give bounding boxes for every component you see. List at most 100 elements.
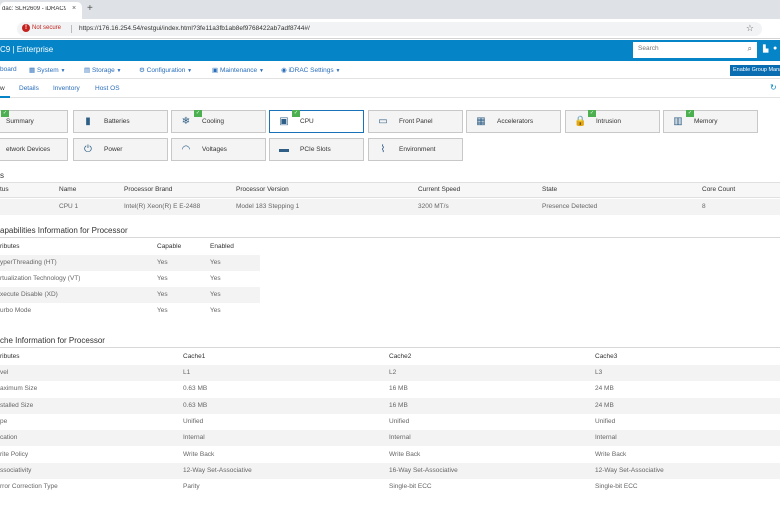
table-cell: Yes xyxy=(210,259,221,266)
battery-icon: ▮ xyxy=(85,116,91,127)
security-label[interactable]: Not secure xyxy=(32,25,61,31)
table-cell: vel xyxy=(0,369,9,376)
column-header: Cache2 xyxy=(389,353,412,360)
chevron-down-icon: ▼ xyxy=(259,68,264,74)
tile-voltages[interactable]: ◠✓Voltages xyxy=(171,138,266,161)
bookmark-star-icon[interactable]: ☆ xyxy=(746,23,754,34)
tab-host-os[interactable]: Host OS xyxy=(95,85,120,92)
table-row xyxy=(0,199,780,215)
chevron-down-icon: ▼ xyxy=(335,68,341,74)
warning-icon: ! xyxy=(22,24,30,32)
column-header: Enabled xyxy=(210,243,234,250)
table-cell: Presence Detected xyxy=(542,203,598,210)
table-cell: rror Correction Type xyxy=(0,483,58,491)
column-header: Capable xyxy=(157,243,182,250)
menu-configuration[interactable]: ⚙ Configuration ▼ xyxy=(139,66,192,74)
address-divider xyxy=(71,25,72,33)
table-cell: 12-Way Set-Associative xyxy=(595,466,664,474)
table-cell: Yes xyxy=(210,291,221,298)
table-cell: Yes xyxy=(210,275,221,282)
table-cell: L3 xyxy=(595,369,603,376)
subtabs: w Details Inventory Host OS ↻ xyxy=(0,79,780,98)
tile-etwork-devices[interactable]: ⇆✓etwork Devices xyxy=(0,138,68,161)
tile-intrusion[interactable]: 🔒 ✓ Intrusion xyxy=(565,110,660,133)
column-header: Cache1 xyxy=(183,353,206,360)
refresh-icon[interactable]: ↻ xyxy=(770,83,777,92)
browser-tab-title: dac: SLR2609 - iDRAC9 - Syst xyxy=(2,6,66,12)
column-header: Processor Version xyxy=(236,186,289,193)
table-cell: 0.63 MB xyxy=(183,401,208,409)
chevron-down-icon: ▼ xyxy=(60,68,66,74)
gauge-icon: ◠ xyxy=(181,144,191,155)
url-text[interactable]: https://176.16.254.54/restgui/index.html… xyxy=(79,25,310,32)
column-header: ributes xyxy=(0,353,20,360)
table-cell: urbo Mode xyxy=(0,307,32,314)
tile-memory[interactable]: ▥ ✓ Memory xyxy=(663,110,758,133)
table-cell: aximum Size xyxy=(0,385,38,393)
menu-idrac-settings[interactable]: ◉ iDRAC Settings ▼ xyxy=(281,66,340,74)
tile-label: Voltages xyxy=(202,146,227,153)
tile-cooling[interactable]: ❄ ✓ Cooling xyxy=(171,110,266,133)
close-tab-icon[interactable]: × xyxy=(72,5,76,12)
tab-overview[interactable]: w xyxy=(0,85,5,92)
tile-front-panel[interactable]: ▭✓Front Panel xyxy=(368,110,463,133)
table-cell: Yes xyxy=(157,259,168,266)
power-plug-icon: ⏻ xyxy=(84,144,92,155)
table-cell: Internal xyxy=(183,434,205,442)
memory-icon: ▥ xyxy=(673,116,683,127)
tile-batteries[interactable]: ▮✓Batteries xyxy=(73,110,168,133)
tab-details[interactable]: Details xyxy=(19,85,39,92)
address-bar[interactable]: ! Not secure https://176.16.254.54/restg… xyxy=(17,22,762,36)
column-header: Cache3 xyxy=(595,353,618,360)
menu-storage[interactable]: ▤ Storage ▼ xyxy=(84,66,122,74)
tile-pcie-slots[interactable]: ▬✓PCIe Slots xyxy=(269,138,364,161)
chevron-down-icon: ▼ xyxy=(116,68,122,74)
tile-cpu[interactable]: ▣ ✓ CPU xyxy=(269,110,364,133)
enable-group-manager-button[interactable]: Enable Group Manager xyxy=(730,65,780,76)
table-cell: Unified xyxy=(389,417,410,425)
menu-maintenance[interactable]: ▣ Maintenance ▼ xyxy=(212,66,264,74)
table-cell: 3200 MT/s xyxy=(418,203,449,210)
configuration-icon: ⚙ xyxy=(139,67,147,74)
main-menu: board ▦ System ▼ ▤ Storage ▼ ⚙ Configura… xyxy=(0,61,780,79)
browser-tab[interactable]: dac: SLR2609 - iDRAC9 - Syst × xyxy=(0,2,82,19)
tile-label: Batteries xyxy=(104,118,130,125)
maintenance-icon: ▣ xyxy=(212,67,220,74)
column-header: State xyxy=(542,186,558,193)
tab-inventory[interactable]: Inventory xyxy=(53,85,80,92)
active-tab-indicator xyxy=(0,96,10,98)
table-cell: Unified xyxy=(183,417,204,425)
search-input[interactable] xyxy=(638,45,738,52)
table-cell: L1 xyxy=(183,369,191,376)
menu-dashboard[interactable]: board xyxy=(0,66,17,73)
table-cell: 24 MB xyxy=(595,385,614,393)
fan-icon: ❄ xyxy=(181,116,191,127)
cpu-icon: ▣ xyxy=(279,116,289,127)
table-cell: Model 183 Stepping 1 xyxy=(236,203,300,210)
tile-environment[interactable]: ⌇✓Environment xyxy=(368,138,463,161)
new-tab-icon[interactable]: + xyxy=(87,3,93,14)
menu-system[interactable]: ▦ System ▼ xyxy=(29,66,65,74)
user-icon[interactable]: ● xyxy=(773,45,777,52)
tile-summary[interactable]: ▤✓Summary xyxy=(0,110,68,133)
status-ok-icon: ✓ xyxy=(1,110,9,117)
search-icon[interactable]: ⌕ xyxy=(748,44,752,54)
table-cell: 16 MB xyxy=(389,385,408,393)
table-cell: 12-Way Set-Associative xyxy=(183,466,252,474)
table-cell: Unified xyxy=(595,417,616,425)
table-cell: 16-Way Set-Associative xyxy=(389,466,458,474)
tile-accelerators[interactable]: ▦✓Accelerators xyxy=(466,110,561,133)
tasks-icon[interactable]: ▙ xyxy=(763,45,768,53)
storage-icon: ▤ xyxy=(84,67,92,74)
accelerator-icon: ▦ xyxy=(476,116,486,127)
processors-section-title: s xyxy=(0,171,4,180)
environment-icon: ⌇ xyxy=(380,144,386,155)
tile-power[interactable]: ⏻✓Power xyxy=(73,138,168,161)
column-header: Core Count xyxy=(702,186,736,193)
table-cell: 0.63 MB xyxy=(183,385,208,393)
search-box[interactable]: ⌕ xyxy=(633,42,757,58)
tile-label: Intrusion xyxy=(596,118,621,125)
product-brand: C9 | Enterprise xyxy=(0,45,54,54)
capabilities-section-title: apabilities Information for Processor xyxy=(0,226,128,235)
tile-label: Memory xyxy=(694,118,718,125)
